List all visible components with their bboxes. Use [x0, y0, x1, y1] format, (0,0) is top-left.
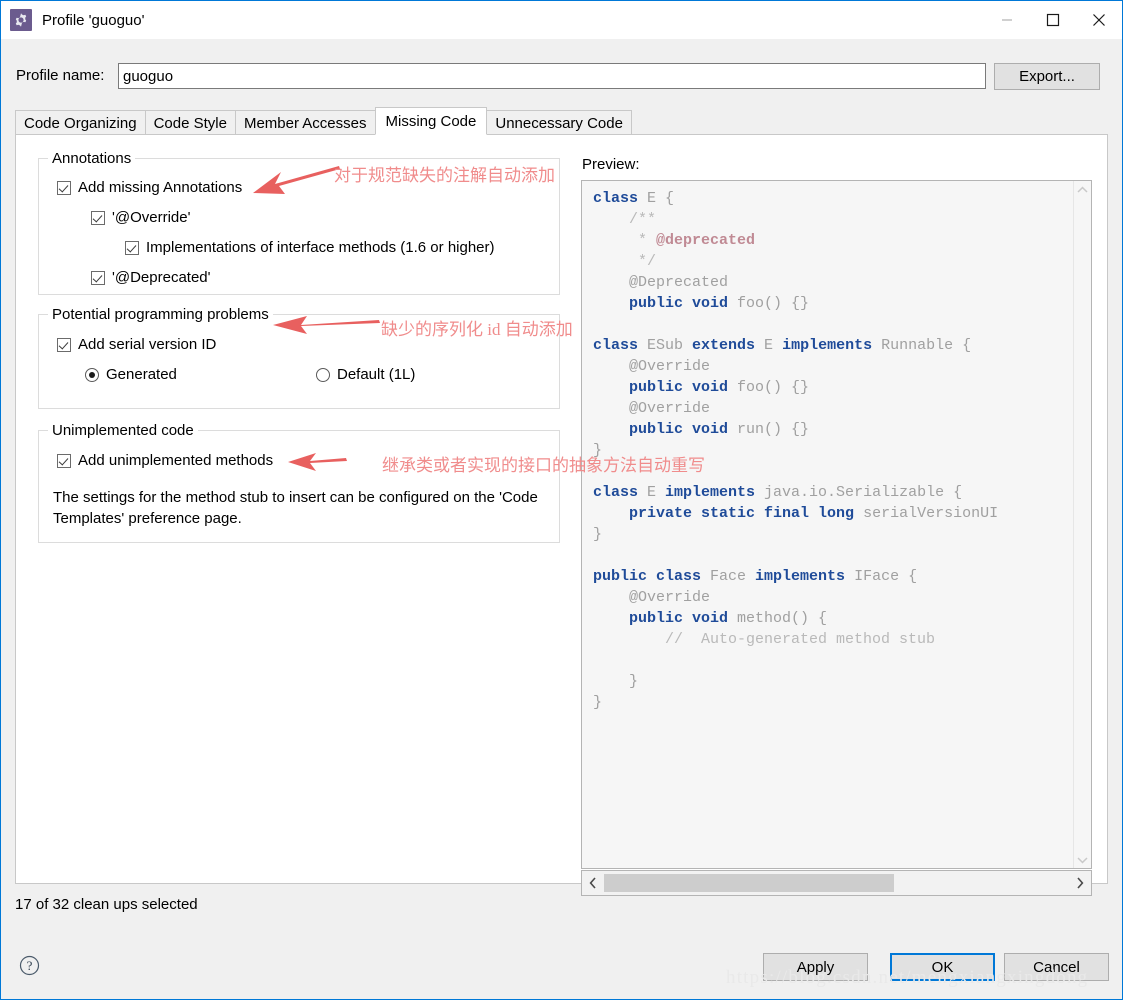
watermark-text: https://blog.csdn.net/mengxiangxingdong [726, 967, 1089, 988]
checkbox-add-missing-annotations[interactable]: Add missing Annotations [57, 179, 242, 196]
code-line: @Override [593, 400, 711, 417]
preview-vertical-scrollbar[interactable] [1073, 181, 1091, 868]
checkbox-deprecated[interactable]: '@Deprecated' [91, 269, 211, 286]
code-line: class E implements java.io.Serializable … [593, 484, 963, 501]
code-line: } [593, 673, 639, 690]
checkbox-override[interactable]: '@Override' [91, 209, 190, 226]
code-line: @Override [593, 358, 711, 375]
code-line: class ESub extends E implements Runnable… [593, 337, 972, 354]
tab-code-style[interactable]: Code Style [144, 110, 236, 135]
chevron-up-glyph [1077, 186, 1088, 193]
status-text: 17 of 32 clean ups selected [15, 896, 198, 913]
minimize-icon [1002, 19, 1012, 21]
tab-member-accesses[interactable]: Member Accesses [234, 110, 376, 135]
radio-icon [85, 367, 99, 382]
code-templates-note: The settings for the method stub to inse… [53, 489, 538, 527]
tab-missing-code[interactable]: Missing Code [374, 107, 488, 135]
checkbox-add-unimplemented-methods[interactable]: Add unimplemented methods [57, 452, 273, 469]
checkbox-label: Add unimplemented methods [78, 452, 274, 469]
preview-label: Preview: [582, 156, 640, 173]
gear-icon-glyph [15, 13, 27, 27]
code-line: public void run() {} [629, 421, 810, 438]
tab-unnecessary-code[interactable]: Unnecessary Code [486, 110, 632, 135]
annotation-text-1: 对于规范缺失的注解自动添加 [334, 166, 555, 185]
chevron-right-icon[interactable] [1071, 874, 1088, 892]
horizontal-scrollbar-thumb[interactable] [604, 874, 894, 892]
tab-code-organizing[interactable]: Code Organizing [15, 110, 146, 135]
checkbox-label: Implementations of interface methods (1.… [146, 239, 495, 256]
checkbox-interface-implementations[interactable]: Implementations of interface methods (1.… [125, 239, 495, 256]
chevron-left-glyph [589, 877, 596, 889]
window-title: Profile 'guoguo' [42, 11, 145, 29]
preview-area: class E { /** * @deprecated */ @Deprecat… [581, 180, 1092, 869]
code-line: /** [593, 211, 657, 228]
preview-code: class E { /** * @deprecated */ @Deprecat… [582, 181, 1059, 841]
annotation-text-3: 继承类或者实现的接口的抽象方法自动重写 [382, 456, 705, 475]
maximize-button[interactable] [1030, 1, 1076, 39]
checkbox-icon [57, 453, 71, 468]
code-line: public class Face implements IFace { [593, 568, 918, 585]
svg-text:?: ? [27, 958, 33, 973]
title-bar: Profile 'guoguo' [1, 1, 1122, 39]
checkbox-icon [57, 337, 71, 352]
tab-strip: Code Organizing Code Style Member Access… [15, 107, 1108, 135]
code-line: @Deprecated [593, 274, 729, 291]
checkbox-add-serial-version-id[interactable]: Add serial version ID [57, 336, 216, 353]
radio-label: Generated [106, 366, 177, 383]
profile-name-label: Profile name: [16, 67, 105, 84]
radio-label: Default (1L) [337, 366, 416, 383]
checkbox-icon [57, 180, 71, 195]
checkbox-label: Add missing Annotations [78, 179, 243, 196]
preview-horizontal-scrollbar[interactable] [581, 870, 1092, 896]
radio-icon [316, 367, 330, 382]
annotation-arrow-1 [253, 166, 340, 194]
gear-icon [10, 9, 32, 31]
code-line: public void foo() {} [629, 379, 810, 396]
checkbox-icon [91, 270, 105, 285]
chevron-down-glyph [1077, 856, 1088, 863]
code-line: // Auto-generated method stub [593, 631, 936, 648]
checkbox-label: '@Deprecated' [112, 269, 211, 286]
code-line: public void method() { [629, 610, 828, 627]
export-button[interactable]: Export... [994, 63, 1100, 90]
annotation-arrow-3 [288, 453, 347, 471]
radio-default-1l[interactable]: Default (1L) [316, 366, 415, 383]
missing-code-panel: Annotations Add missing Annotations '@Ov… [15, 134, 1108, 896]
annotation-text-2: 缺少的序列化 id 自动添加 [381, 320, 573, 339]
maximize-icon [1046, 13, 1060, 27]
profile-dialog-window: Profile 'guoguo' Profile name: Ex [0, 0, 1123, 1000]
code-line: class E { [593, 190, 675, 207]
close-icon [1093, 14, 1105, 26]
checkbox-icon [91, 210, 105, 225]
code-line: } [593, 694, 603, 711]
chevron-up-icon[interactable] [1074, 181, 1091, 198]
code-line: public void foo() {} [629, 295, 810, 312]
radio-generated[interactable]: Generated [85, 366, 177, 383]
code-line: @Override [593, 589, 711, 606]
question-mark-glyph: ? [19, 955, 40, 976]
code-line: * @deprecated [593, 232, 756, 249]
potential-problems-group-title: Potential programming problems [48, 306, 273, 323]
chevron-left-icon[interactable] [584, 874, 601, 892]
chevron-down-icon[interactable] [1074, 851, 1091, 868]
chevron-right-glyph [1076, 877, 1083, 889]
annotations-group-title: Annotations [48, 150, 136, 167]
minimize-button[interactable] [984, 1, 1030, 39]
unimplemented-code-group-title: Unimplemented code [48, 422, 198, 439]
checkbox-icon [125, 240, 139, 255]
code-line: */ [593, 253, 657, 270]
window-controls [984, 1, 1122, 39]
close-button[interactable] [1076, 1, 1122, 39]
annotation-arrow-2 [273, 316, 380, 334]
code-line: } [593, 526, 603, 543]
code-line: private static final long serialVersionU… [629, 505, 999, 522]
question-mark-icon[interactable]: ? [19, 955, 40, 976]
checkbox-label: '@Override' [112, 209, 191, 226]
checkbox-label: Add serial version ID [78, 336, 217, 353]
profile-name-input[interactable] [118, 63, 986, 89]
